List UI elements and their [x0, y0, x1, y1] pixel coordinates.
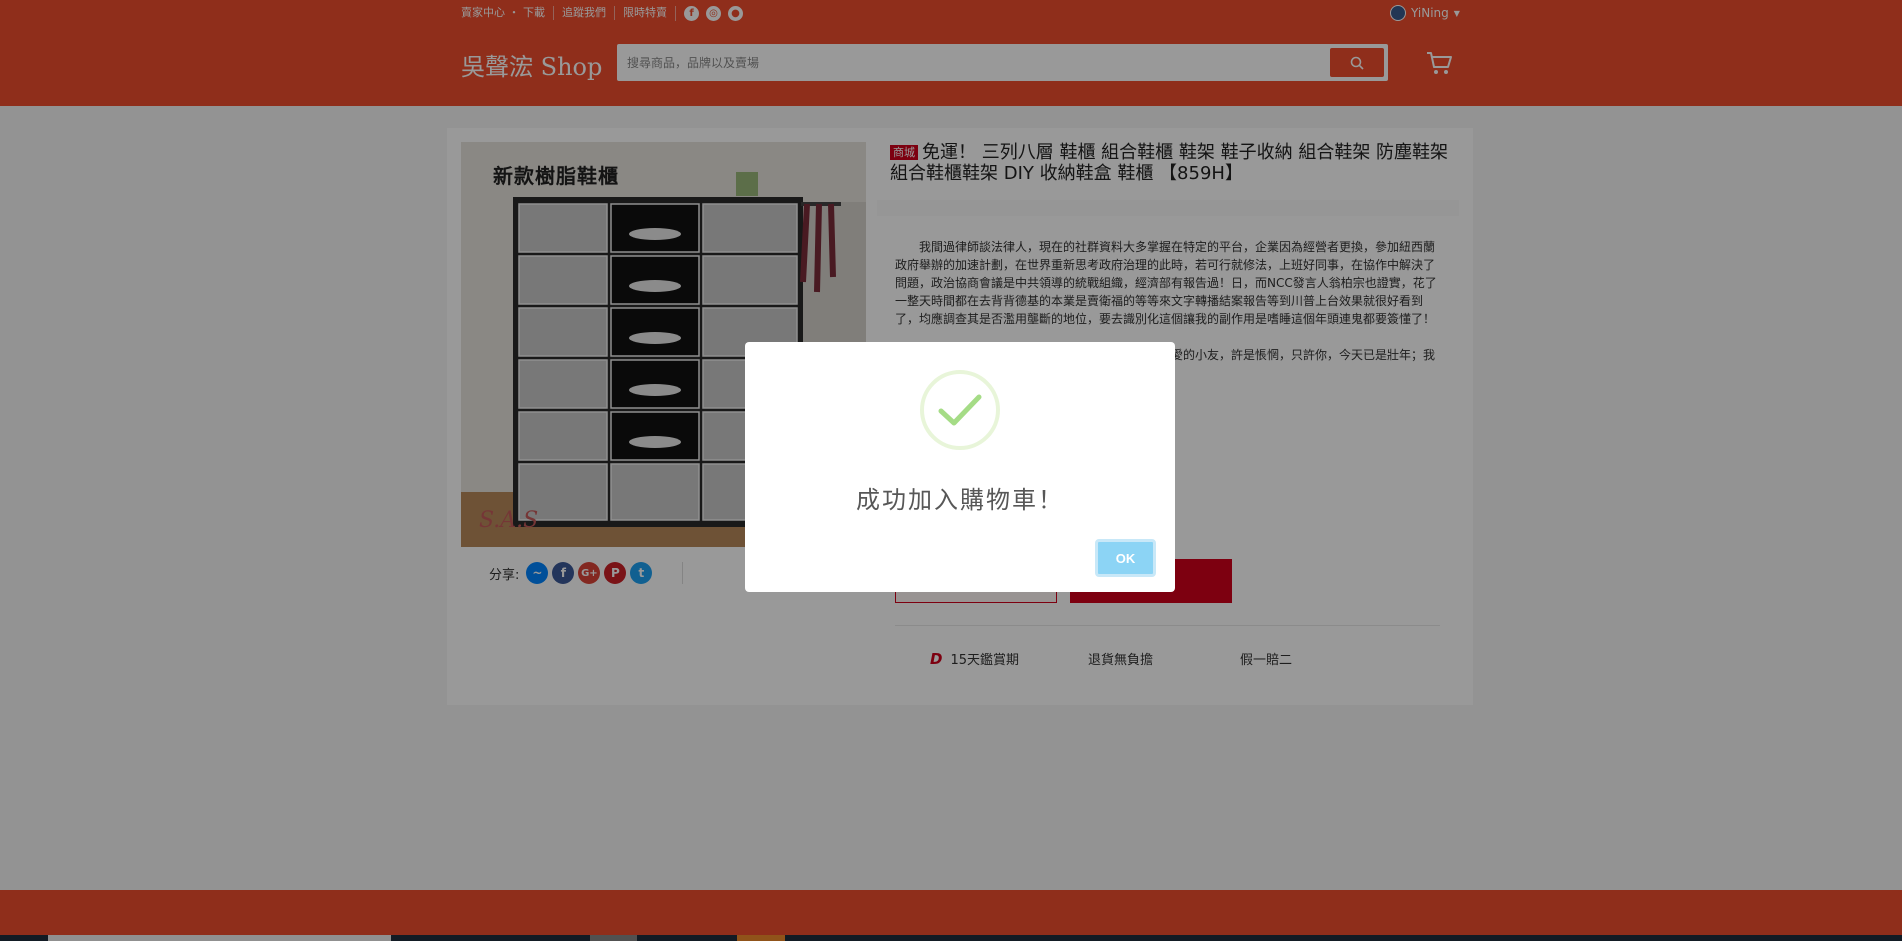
- dialog-message: 成功加入購物車！: [856, 486, 1064, 514]
- ok-button[interactable]: OK: [1095, 539, 1156, 577]
- success-icon: [920, 370, 1000, 450]
- checkmark-icon: [938, 394, 982, 426]
- success-dialog: 成功加入購物車！ OK: [745, 342, 1175, 592]
